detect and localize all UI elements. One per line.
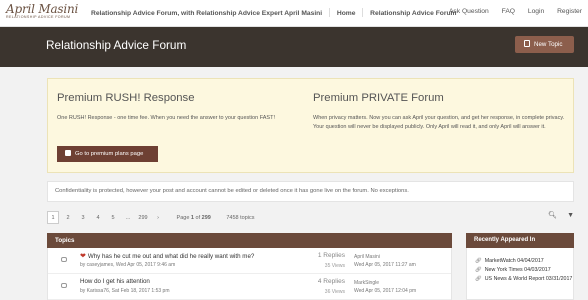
breadcrumb: Relationship Advice Forum, with Relation… xyxy=(91,8,457,17)
link-icon: 🔗︎ xyxy=(475,267,482,273)
topic-views: 35 Views xyxy=(324,263,345,269)
recent-header: Recently Appeared In xyxy=(466,233,574,248)
logo-script: April Masini xyxy=(6,2,79,16)
topic-views: 36 Views xyxy=(324,289,345,295)
link-icon: 🔗︎ xyxy=(475,276,482,282)
private-title: Premium PRIVATE Forum xyxy=(313,92,444,104)
page-4[interactable]: 4 xyxy=(92,212,104,225)
page-3[interactable]: 3 xyxy=(77,212,89,225)
nav-login[interactable]: Login xyxy=(528,8,544,15)
pagination: 1 2 3 4 5… 299 › Page 1 of 299 7458 topics xyxy=(47,211,255,225)
topic-bubble-icon xyxy=(61,283,67,288)
breadcrumb-home[interactable]: Home xyxy=(337,10,356,17)
premium-panel: Premium RUSH! Response One RUSH! Respons… xyxy=(47,78,574,173)
page-299[interactable]: 299 xyxy=(137,212,149,225)
search-icon[interactable]: 🔍︎ xyxy=(548,212,557,219)
topic-title[interactable]: ❤ Why has he cut me out and what did he r… xyxy=(80,252,254,260)
premium-plans-button[interactable]: Go to premium plans page xyxy=(57,146,158,162)
filter-icon[interactable]: ▼ xyxy=(567,212,574,219)
page-prefix: Page xyxy=(176,215,190,221)
last-post-date: Wed Apr 05, 2017 12:04 pm xyxy=(354,288,417,294)
topic-replies: 1 Replies xyxy=(317,252,345,259)
new-topic-icon xyxy=(524,40,530,47)
recent-list: 🔗︎ MarketWatch 04/04/2017 🔗︎ New York Time… xyxy=(466,248,574,300)
new-topic-label: New Topic xyxy=(534,41,563,48)
nav-ask-question[interactable]: Ask Question xyxy=(449,8,489,15)
page-current: 1 xyxy=(190,215,194,221)
rush-title: Premium RUSH! Response xyxy=(57,92,195,104)
page-5[interactable]: 5 xyxy=(107,212,119,225)
page-ellipsis: … xyxy=(125,215,131,221)
nav-faq[interactable]: FAQ xyxy=(502,8,515,15)
topics-header: Topics xyxy=(47,233,452,248)
topic-author: by caseyjames, Wed Apr 05, 2017 9:46 am xyxy=(80,262,176,268)
topic-author: by Karissa76, Sat Feb 18, 2017 1:53 pm xyxy=(80,288,170,294)
topic-bubble-icon xyxy=(61,257,67,262)
recent-item[interactable]: 🔗︎ US News & World Report 03/31/2017 xyxy=(475,275,573,284)
page-2[interactable]: 2 xyxy=(62,212,74,225)
breadcrumb-divider xyxy=(362,8,364,17)
top-bar: April Masini RELATIONSHIP ADVICE FORUM R… xyxy=(0,0,588,27)
forum-hero: Relationship Advice Forum New Topic xyxy=(0,27,588,67)
breadcrumb-divider xyxy=(329,8,330,17)
last-post-user[interactable]: April Masini xyxy=(354,253,416,261)
recent-item[interactable]: 🔗︎ New York Times 04/03/2017 xyxy=(475,266,573,275)
heart-icon: ❤ xyxy=(80,253,86,260)
recent-item-label: MarketWatch 04/04/2017 xyxy=(484,258,544,264)
page-title: Relationship Advice Forum xyxy=(46,38,187,52)
page-of: of xyxy=(195,215,201,221)
page-1[interactable]: 1 xyxy=(47,211,59,224)
rush-text: One RUSH! Response - one time fee. When … xyxy=(57,115,275,121)
nav-register[interactable]: Register xyxy=(557,8,582,15)
last-post-user[interactable]: MarkSingle xyxy=(354,279,416,287)
private-text: When privacy matters. Now you can ask Ap… xyxy=(313,115,565,130)
recent-item-label: US News & World Report 03/31/2017 xyxy=(484,276,573,282)
recent-item[interactable]: 🔗︎ MarketWatch 04/04/2017 xyxy=(475,257,573,266)
next-page-icon[interactable]: › xyxy=(152,212,164,225)
breadcrumb-site[interactable]: Relationship Advice Forum, with Relation… xyxy=(91,10,322,17)
premium-plans-label: Go to premium plans page xyxy=(75,151,144,157)
recent-item-label: New York Times 04/03/2017 xyxy=(484,267,551,273)
forum-tools: 🔍︎ ▼ xyxy=(538,211,574,219)
topic-row[interactable]: How do I get his attention by Karissa76,… xyxy=(48,274,451,300)
topics-count: 7458 topics xyxy=(226,215,255,221)
topics-list: ❤ Why has he cut me out and what did he r… xyxy=(47,248,452,300)
site-logo[interactable]: April Masini RELATIONSHIP ADVICE FORUM xyxy=(6,3,84,23)
topic-row[interactable]: ❤ Why has he cut me out and what did he r… xyxy=(48,248,451,274)
last-post-date: Wed Apr 05, 2017 11:27 am xyxy=(354,262,416,268)
link-icon: 🔗︎ xyxy=(475,258,482,264)
page-info: Page 1 of 299 xyxy=(177,215,211,221)
topic-replies: 4 Replies xyxy=(317,278,345,285)
topic-last-post: April Masini Wed Apr 05, 2017 11:27 am xyxy=(354,253,416,269)
top-nav: Ask Question FAQ Login Register xyxy=(438,8,582,15)
new-topic-button[interactable]: New Topic xyxy=(515,36,574,53)
confidentiality-notice: Confidentiality is protected, however yo… xyxy=(47,181,574,202)
page-total: 299 xyxy=(201,215,211,221)
topic-title[interactable]: How do I get his attention xyxy=(80,278,150,285)
plans-icon xyxy=(65,150,71,156)
topic-last-post: MarkSingle Wed Apr 05, 2017 12:04 pm xyxy=(354,279,416,295)
topic-title-text: Why has he cut me out and what did he re… xyxy=(87,253,255,260)
